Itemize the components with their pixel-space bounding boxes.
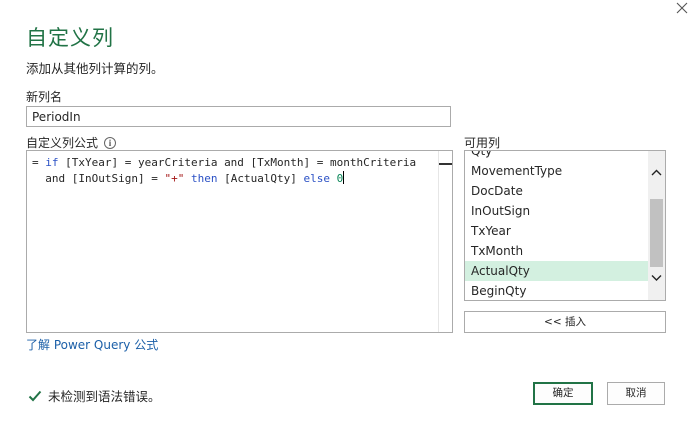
columns-scrollbar[interactable] bbox=[648, 151, 665, 300]
insert-button[interactable]: << 插入 bbox=[464, 311, 666, 333]
formula-line-2: and [InOutSign] = "+" then [ActualQty] e… bbox=[32, 171, 345, 185]
formula-label: 自定义列公式 bbox=[26, 136, 99, 150]
cancel-button[interactable]: 取消 bbox=[607, 382, 665, 405]
checkmark-icon bbox=[28, 390, 42, 401]
formula-token: [ActualQty] bbox=[217, 172, 304, 185]
formula-line-1: = if [TxYear] = yearCriteria and [TxMont… bbox=[32, 156, 416, 169]
chevron-down-icon bbox=[651, 275, 662, 281]
column-items: Qty MovementType DocDate InOutSign TxYea… bbox=[465, 151, 649, 300]
syntax-status: 未检测到语法错误。 bbox=[28, 386, 161, 405]
formula-keyword: else bbox=[303, 172, 331, 185]
formula-token bbox=[184, 172, 191, 185]
formula-token: = bbox=[32, 156, 46, 169]
column-item-movementtype[interactable]: MovementType bbox=[465, 161, 649, 181]
column-item-inoutsign[interactable]: InOutSign bbox=[465, 201, 649, 221]
dialog-subtitle: 添加从其他列计算的列。 bbox=[26, 61, 164, 76]
column-item-qty[interactable]: Qty bbox=[465, 151, 649, 161]
available-columns-list[interactable]: Qty MovementType DocDate InOutSign TxYea… bbox=[464, 150, 666, 301]
formula-keyword: then bbox=[190, 172, 218, 185]
ok-button[interactable]: 确定 bbox=[533, 382, 593, 405]
info-icon[interactable]: i bbox=[104, 136, 117, 149]
available-columns-label: 可用列 bbox=[464, 136, 501, 150]
column-item-txyear[interactable]: TxYear bbox=[465, 221, 649, 241]
formula-editor[interactable]: = if [TxYear] = yearCriteria and [TxMont… bbox=[26, 150, 453, 333]
column-item-actualqty[interactable]: ActualQty bbox=[465, 261, 649, 281]
formula-token: [TxYear] = yearCriteria and [TxMonth] = … bbox=[58, 156, 417, 169]
editor-overview-ruler bbox=[438, 151, 452, 332]
syntax-status-text: 未检测到语法错误。 bbox=[48, 389, 161, 404]
new-column-name-input[interactable] bbox=[26, 106, 451, 127]
formula-keyword: if bbox=[45, 156, 59, 169]
close-icon bbox=[676, 2, 688, 14]
scroll-down-button[interactable] bbox=[648, 269, 665, 286]
dialog-title: 自定义列 bbox=[26, 26, 114, 50]
column-item-beginqty[interactable]: BeginQty bbox=[465, 281, 649, 300]
column-item-txmonth[interactable]: TxMonth bbox=[465, 241, 649, 261]
close-button[interactable] bbox=[674, 0, 692, 18]
formula-token: and [InOutSign] = bbox=[32, 172, 165, 185]
cursor-marker bbox=[439, 163, 452, 165]
scroll-up-button[interactable] bbox=[648, 164, 665, 181]
formula-token bbox=[330, 172, 337, 185]
column-item-docdate[interactable]: DocDate bbox=[465, 181, 649, 201]
new-column-name-label: 新列名 bbox=[26, 90, 63, 104]
formula-number: 0 bbox=[336, 172, 344, 185]
scrollbar-thumb[interactable] bbox=[650, 199, 663, 267]
text-cursor bbox=[343, 171, 345, 184]
formula-code: = if [TxYear] = yearCriteria and [TxMont… bbox=[32, 155, 416, 187]
chevron-up-icon bbox=[651, 169, 662, 176]
formula-label-row: 自定义列公式 i bbox=[26, 134, 117, 151]
formula-string: "+" bbox=[164, 172, 185, 185]
learn-power-query-link[interactable]: 了解 Power Query 公式 bbox=[26, 336, 158, 353]
